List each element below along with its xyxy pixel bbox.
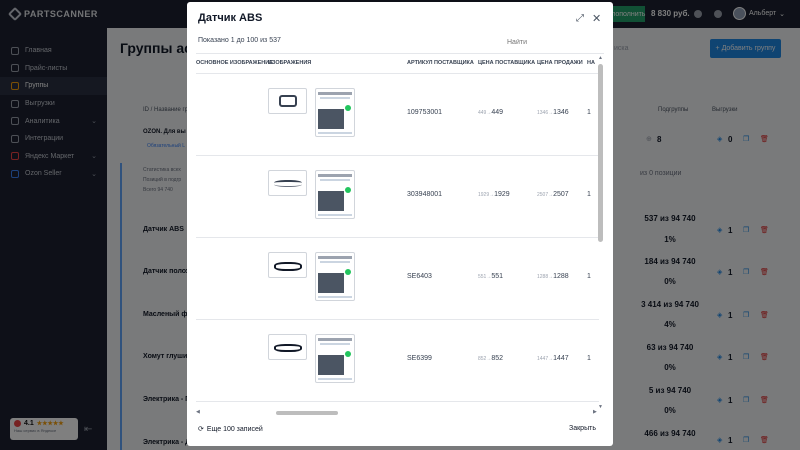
old-price: 1929 [478, 192, 490, 198]
close-icon[interactable]: ✕ [592, 12, 601, 25]
load-more-label: Еще 100 записей [206, 425, 263, 433]
expand-icon[interactable]: ⤢ [576, 13, 584, 24]
old-price: 1346 [537, 110, 549, 116]
supplier-sku: 303948001 [407, 191, 443, 198]
product-thumbnail[interactable] [268, 88, 307, 114]
new-price: 852 [491, 355, 504, 362]
new-price: 1447 [553, 355, 569, 362]
sale-price: 1288→1288 [537, 273, 569, 280]
modal-search-input[interactable] [507, 35, 601, 49]
col-header-supplier-sku[interactable]: АРТИКУЛ ПОСТАВЩИКА [407, 60, 474, 66]
product-thumbnail[interactable] [268, 334, 307, 360]
new-price: 449 [491, 109, 504, 116]
supplier-price: 1929→1929 [478, 191, 510, 198]
col-header-qty[interactable]: НА [587, 60, 595, 66]
vertical-scroll-thumb[interactable] [598, 64, 603, 242]
table-row[interactable]: 109753001 449→449 1346→1346 1 [196, 74, 599, 156]
modal-title: Датчик ABS [198, 12, 263, 24]
new-price: 2507 [553, 191, 569, 198]
close-button[interactable]: Закрыть [569, 425, 596, 432]
qty-value: 1 [587, 109, 591, 116]
product-thumbnail[interactable] [268, 170, 307, 196]
products-modal: Датчик ABS ⤢ ✕ Показано 1 до 100 из 537 … [187, 2, 613, 446]
supplier-price: 551→551 [478, 273, 503, 280]
table-row[interactable]: 303948001 1929→1929 2507→2507 1 [196, 156, 599, 238]
vertical-scrollbar[interactable]: ▲ ▼ [598, 55, 603, 415]
product-card-image[interactable] [315, 88, 355, 137]
load-more-button[interactable]: ⟳ Еще 100 записей [198, 425, 263, 434]
col-header-images[interactable]: ИЗОБРАЖЕНИЯ [268, 60, 311, 66]
supplier-sku: 109753001 [407, 109, 443, 116]
supplier-sku: SE6399 [407, 355, 432, 362]
supplier-sku: SE6403 [407, 273, 432, 280]
new-price: 1929 [494, 191, 510, 198]
sale-price: 1447→1447 [537, 355, 569, 362]
product-card-image[interactable] [315, 252, 355, 301]
products-table: ОСНОВНОЕ ИЗОБРАЖЕНИЕ ИЗОБРАЖЕНИЯ АРТИКУЛ… [196, 55, 599, 403]
scroll-up-icon[interactable]: ▲ [598, 55, 603, 61]
sale-price: 2507→2507 [537, 191, 569, 198]
qty-value: 1 [587, 273, 591, 280]
new-price: 1288 [553, 273, 569, 280]
divider [196, 53, 604, 54]
col-header-supplier-price[interactable]: ЦЕНА ПОСТАВЩИКА [478, 60, 535, 66]
table-row[interactable]: SE6403 551→551 1288→1288 1 [196, 238, 599, 320]
table-row[interactable]: SE6399 852→852 1447→1447 1 [196, 320, 599, 402]
new-price: 1346 [553, 109, 569, 116]
product-card-image[interactable] [315, 170, 355, 219]
pagination-info: Показано 1 до 100 из 537 [198, 37, 281, 44]
product-card-image[interactable] [315, 334, 355, 383]
supplier-price: 449→449 [478, 109, 503, 116]
new-price: 551 [491, 273, 504, 280]
old-price: 1447 [537, 356, 549, 362]
scroll-left-icon[interactable]: ◀ [196, 409, 200, 415]
old-price: 1288 [537, 274, 549, 280]
col-header-main-image[interactable]: ОСНОВНОЕ ИЗОБРАЖЕНИЕ [196, 60, 273, 66]
old-price: 2507 [537, 192, 549, 198]
qty-value: 1 [587, 191, 591, 198]
scroll-right-icon[interactable]: ▶ [593, 409, 597, 415]
col-header-sale-price[interactable]: ЦЕНА ПРОДАЖИ [537, 60, 583, 66]
horizontal-scrollbar[interactable]: ◀ ▶ [196, 409, 599, 415]
refresh-icon: ⟳ [198, 426, 204, 433]
product-thumbnail[interactable] [268, 252, 307, 278]
sale-price: 1346→1346 [537, 109, 569, 116]
qty-value: 1 [587, 355, 591, 362]
horizontal-scroll-thumb[interactable] [276, 411, 338, 415]
supplier-price: 852→852 [478, 355, 503, 362]
